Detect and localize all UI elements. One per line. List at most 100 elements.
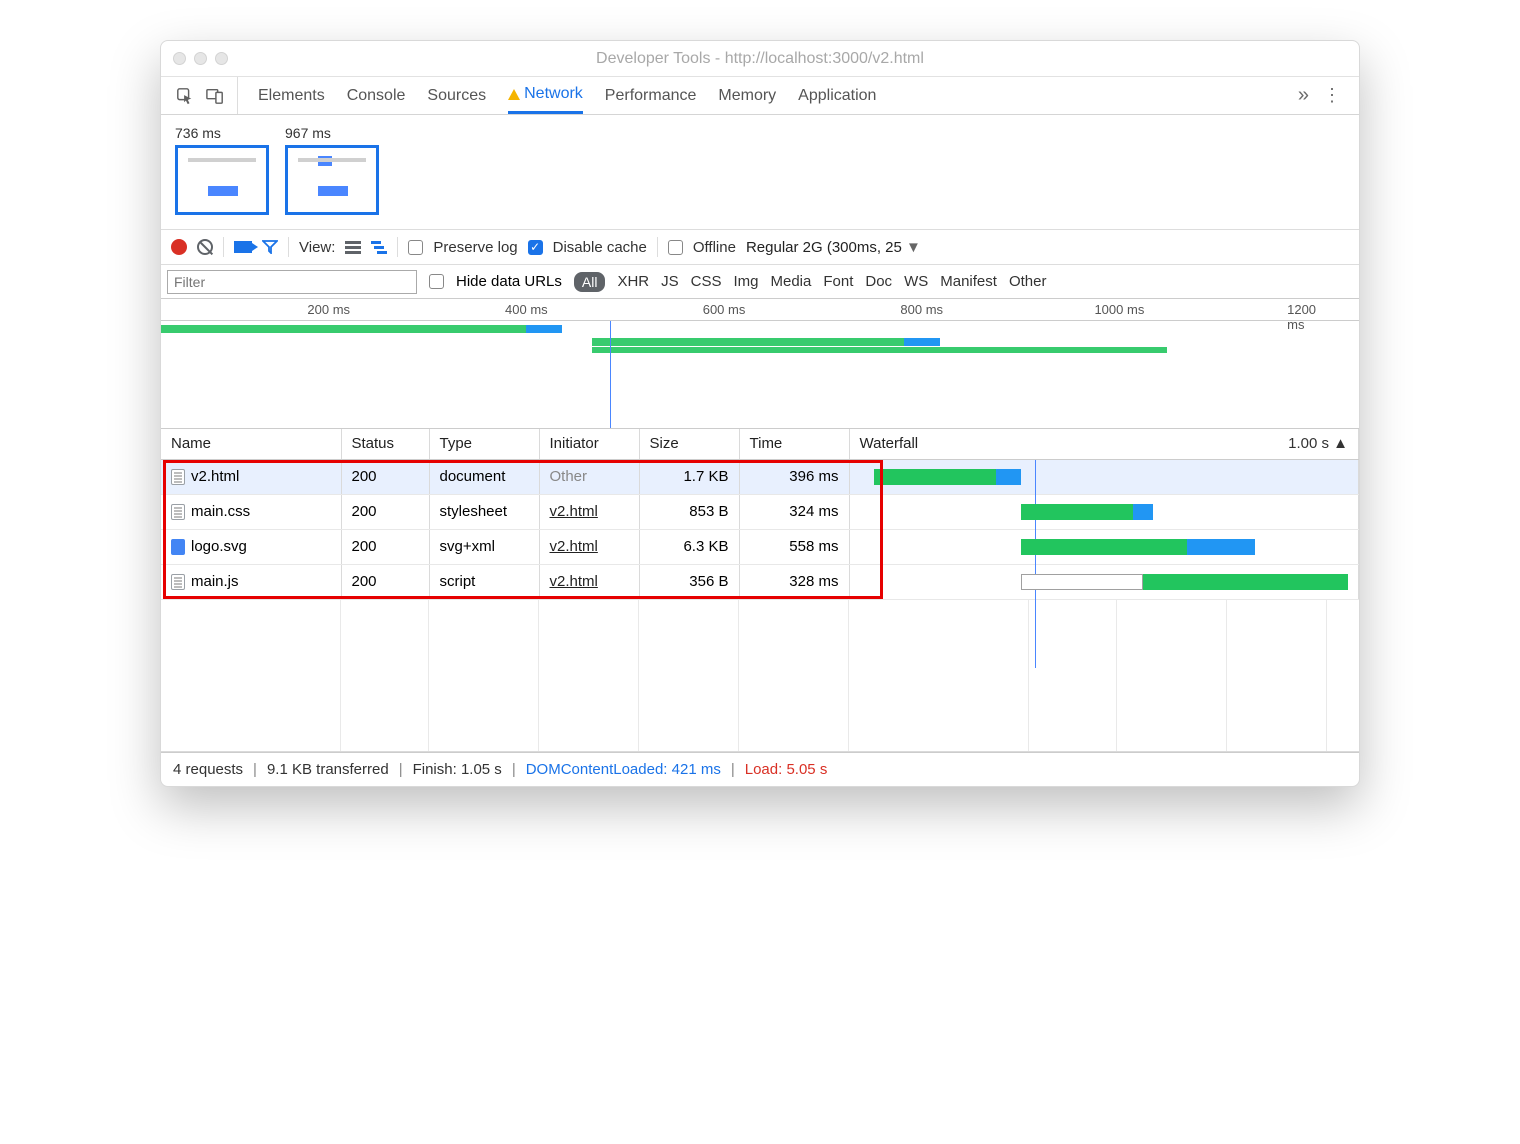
waterfall-scale: 1.00 s ▲ — [1288, 435, 1348, 452]
status-cell: 200 — [341, 529, 429, 564]
th-type[interactable]: Type — [429, 429, 539, 459]
filmstrip-frame[interactable]: 967 ms — [285, 125, 379, 215]
preserve-log-checkbox[interactable] — [408, 240, 423, 255]
panel-tabs: Elements Console Sources Network Perform… — [238, 77, 896, 114]
table-row[interactable]: main.css 200 stylesheet v2.html 853 B 32… — [161, 494, 1359, 529]
table-row[interactable]: v2.html 200 document Other 1.7 KB 396 ms — [161, 459, 1359, 494]
inspect-tools — [171, 77, 238, 114]
titlebar: Developer Tools - http://localhost:3000/… — [161, 41, 1359, 77]
window-title: Developer Tools - http://localhost:3000/… — [173, 50, 1347, 68]
table-header-row: Name Status Type Initiator Size Time Wat… — [161, 429, 1359, 459]
table-row[interactable]: main.js 200 script v2.html 356 B 328 ms — [161, 564, 1359, 599]
th-size[interactable]: Size — [639, 429, 739, 459]
time-cell: 558 ms — [739, 529, 849, 564]
status-finish: Finish: 1.05 s — [413, 761, 502, 778]
th-waterfall[interactable]: Waterfall 1.00 s ▲ — [849, 429, 1359, 459]
minimize-window-button[interactable] — [194, 52, 207, 65]
tab-memory[interactable]: Memory — [718, 77, 776, 114]
filmstrip-label: 736 ms — [175, 125, 269, 145]
filmstrip: 736 ms 967 ms — [161, 115, 1359, 229]
warning-icon — [508, 89, 520, 100]
separator — [288, 237, 289, 257]
initiator-link[interactable]: v2.html — [550, 538, 598, 555]
size-cell: 6.3 KB — [639, 529, 739, 564]
waterfall-view-icon[interactable] — [371, 240, 387, 254]
filter-type-xhr[interactable]: XHR — [617, 273, 649, 290]
th-status[interactable]: Status — [341, 429, 429, 459]
filmstrip-label: 967 ms — [285, 125, 379, 145]
filter-type-css[interactable]: CSS — [691, 273, 722, 290]
throttle-select[interactable]: Regular 2G (300ms, 25 ▼ — [746, 239, 921, 256]
initiator-link[interactable]: v2.html — [550, 573, 598, 590]
filter-type-all[interactable]: All — [574, 272, 606, 292]
type-cell: script — [429, 564, 539, 599]
time-tick: 600 ms — [703, 302, 746, 317]
file-icon — [171, 574, 185, 590]
select-element-icon[interactable] — [175, 86, 195, 106]
filmstrip-frame[interactable]: 736 ms — [175, 125, 269, 215]
disable-cache-checkbox[interactable]: ✓ — [528, 240, 543, 255]
filter-type-font[interactable]: Font — [823, 273, 853, 290]
record-button[interactable] — [171, 239, 187, 255]
file-name: main.js — [191, 573, 239, 590]
device-toggle-icon[interactable] — [205, 86, 225, 106]
filter-type-img[interactable]: Img — [733, 273, 758, 290]
tab-sources[interactable]: Sources — [427, 77, 486, 114]
tabs-overflow-button[interactable]: » — [1292, 84, 1315, 107]
filter-input[interactable] — [167, 270, 417, 294]
th-name[interactable]: Name — [161, 429, 341, 459]
more-menu-icon[interactable]: ⋮ — [1315, 85, 1349, 106]
large-rows-icon[interactable] — [345, 240, 361, 254]
file-name: logo.svg — [191, 538, 247, 555]
filmstrip-thumb — [285, 145, 379, 215]
filter-type-js[interactable]: JS — [661, 273, 679, 290]
tab-performance[interactable]: Performance — [605, 77, 697, 114]
type-cell: svg+xml — [429, 529, 539, 564]
time-ruler: 200 ms 400 ms 600 ms 800 ms 1000 ms 1200… — [161, 299, 1359, 321]
network-table-wrap: Name Status Type Initiator Size Time Wat… — [161, 429, 1359, 752]
window-controls — [173, 52, 228, 65]
filter-type-other[interactable]: Other — [1009, 273, 1047, 290]
filter-type-ws[interactable]: WS — [904, 273, 928, 290]
th-time[interactable]: Time — [739, 429, 849, 459]
timeline-overview[interactable]: 200 ms 400 ms 600 ms 800 ms 1000 ms 1200… — [161, 299, 1359, 429]
filter-type-manifest[interactable]: Manifest — [940, 273, 997, 290]
zoom-window-button[interactable] — [215, 52, 228, 65]
separator: | — [395, 761, 407, 778]
type-cell: document — [429, 459, 539, 494]
type-cell: stylesheet — [429, 494, 539, 529]
tab-application[interactable]: Application — [798, 77, 876, 114]
view-label: View: — [299, 239, 335, 256]
separator: | — [249, 761, 261, 778]
file-name: v2.html — [191, 468, 239, 485]
throttle-value: Regular 2G (300ms, 25 — [746, 239, 902, 256]
status-cell: 200 — [341, 459, 429, 494]
clear-button[interactable] — [197, 239, 213, 255]
filter-type-media[interactable]: Media — [771, 273, 812, 290]
hide-data-urls-checkbox[interactable] — [429, 274, 444, 289]
waterfall-cell — [860, 501, 1349, 523]
offline-checkbox[interactable] — [668, 240, 683, 255]
table-row[interactable]: logo.svg 200 svg+xml v2.html 6.3 KB 558 … — [161, 529, 1359, 564]
time-tick: 1200 ms — [1287, 302, 1335, 332]
status-requests: 4 requests — [173, 761, 243, 778]
filter-type-doc[interactable]: Doc — [865, 273, 892, 290]
screenshot-toggle-icon[interactable] — [234, 241, 252, 253]
time-tick: 400 ms — [505, 302, 548, 317]
initiator-link[interactable]: v2.html — [550, 503, 598, 520]
devtools-window: Developer Tools - http://localhost:3000/… — [160, 40, 1360, 787]
status-transferred: 9.1 KB transferred — [267, 761, 389, 778]
waterfall-cell — [860, 536, 1349, 558]
tab-console[interactable]: Console — [347, 77, 406, 114]
status-cell: 200 — [341, 564, 429, 599]
time-tick: 800 ms — [900, 302, 943, 317]
th-initiator[interactable]: Initiator — [539, 429, 639, 459]
tab-elements[interactable]: Elements — [258, 77, 325, 114]
time-cell: 328 ms — [739, 564, 849, 599]
tab-network[interactable]: Network — [508, 77, 583, 114]
disable-cache-label: Disable cache — [553, 239, 647, 256]
filmstrip-thumb — [175, 145, 269, 215]
time-cell: 324 ms — [739, 494, 849, 529]
filter-toggle-icon[interactable] — [262, 240, 278, 254]
close-window-button[interactable] — [173, 52, 186, 65]
